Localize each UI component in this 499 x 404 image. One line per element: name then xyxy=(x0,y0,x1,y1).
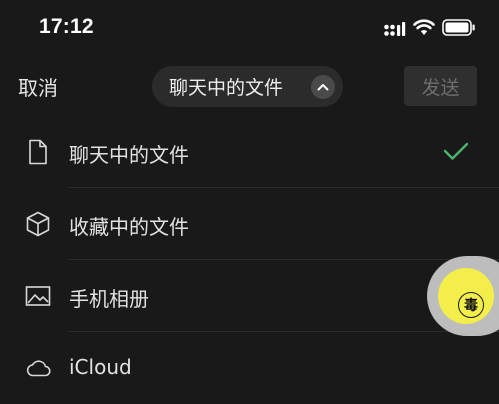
battery-icon xyxy=(442,19,475,36)
cloud-icon xyxy=(26,360,51,377)
nav-bar: 取消 聊天中的文件 发送 xyxy=(0,58,499,116)
source-selector[interactable]: 聊天中的文件 xyxy=(152,66,343,107)
checkmark-icon xyxy=(443,142,469,160)
list-item-label: 手机相册 xyxy=(69,287,149,311)
wifi-icon xyxy=(413,19,435,35)
status-time: 17:12 xyxy=(39,15,94,38)
send-button-label: 发送 xyxy=(421,76,460,99)
chevron-up-icon xyxy=(311,75,335,99)
list-item-label: 收藏中的文件 xyxy=(69,215,189,239)
list-item-chat-files[interactable]: 聊天中的文件 xyxy=(0,116,499,188)
photo-icon xyxy=(25,286,51,306)
send-button[interactable]: 发送 xyxy=(404,66,477,106)
list-item-photo-album[interactable]: 手机相册 xyxy=(0,260,499,332)
cube-icon xyxy=(26,211,50,237)
list-item-label: iCloud xyxy=(69,355,132,379)
file-source-list: 聊天中的文件 收藏中的文件 手机相册 iCloud xyxy=(0,116,499,404)
signal-icon xyxy=(384,22,406,36)
page-title: 聊天中的文件 xyxy=(169,77,284,99)
list-item-favorites-files[interactable]: 收藏中的文件 xyxy=(0,188,499,260)
float-badge: 毒 xyxy=(458,292,484,318)
cancel-button[interactable]: 取消 xyxy=(18,72,58,101)
floating-assistive-button[interactable]: 毒 xyxy=(427,256,499,336)
document-icon xyxy=(29,139,47,165)
list-item-label: 聊天中的文件 xyxy=(69,143,189,167)
list-item-icloud[interactable]: iCloud xyxy=(0,332,499,404)
status-bar: 17:12 xyxy=(0,0,499,58)
